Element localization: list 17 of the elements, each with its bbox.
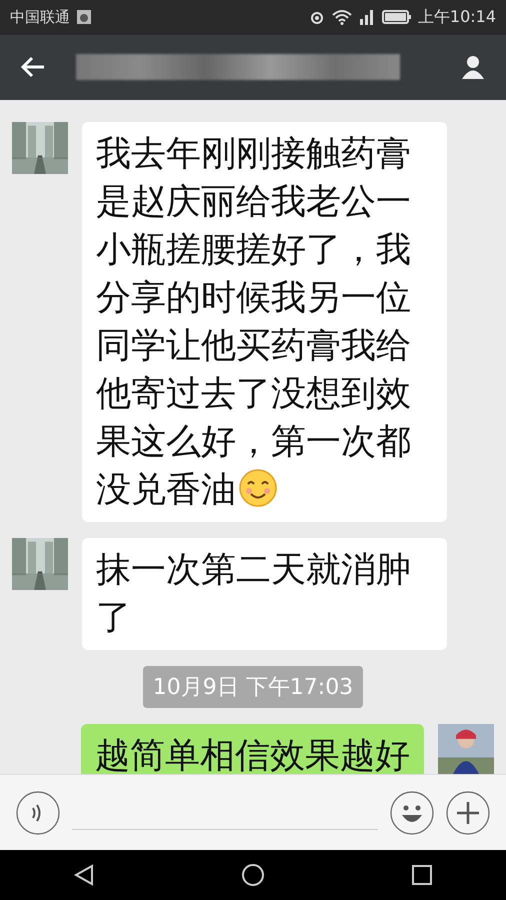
recents-icon[interactable] bbox=[410, 863, 434, 887]
clock-time: 上午10:14 bbox=[418, 6, 496, 28]
outgoing-message: 越简单相信效果越好 bbox=[81, 724, 424, 774]
carrier-name: 中国联通 bbox=[10, 8, 70, 27]
emoji-icon[interactable] bbox=[390, 790, 434, 834]
signal-icon bbox=[358, 9, 376, 26]
battery-icon bbox=[382, 9, 412, 26]
smiley-icon bbox=[238, 468, 278, 508]
back-arrow-icon[interactable] bbox=[20, 56, 46, 78]
wifi-icon bbox=[332, 9, 352, 26]
home-icon[interactable] bbox=[240, 863, 265, 887]
voice-icon[interactable] bbox=[16, 790, 60, 834]
timestamp: 10月9日 下午17:03 bbox=[142, 666, 364, 708]
incoming-message: 我去年刚刚接触药膏是赵庆丽给我老公一小瓶搓腰搓好了，我分享的时候我另一位同学让他买药膏我给他寄过去了没想到效果这么好，第一次都没兑香油 bbox=[82, 122, 447, 522]
incoming-message: 抹一次第二天就消肿了 bbox=[82, 538, 447, 650]
plus-icon[interactable] bbox=[446, 790, 490, 834]
person-icon[interactable] bbox=[460, 54, 486, 80]
